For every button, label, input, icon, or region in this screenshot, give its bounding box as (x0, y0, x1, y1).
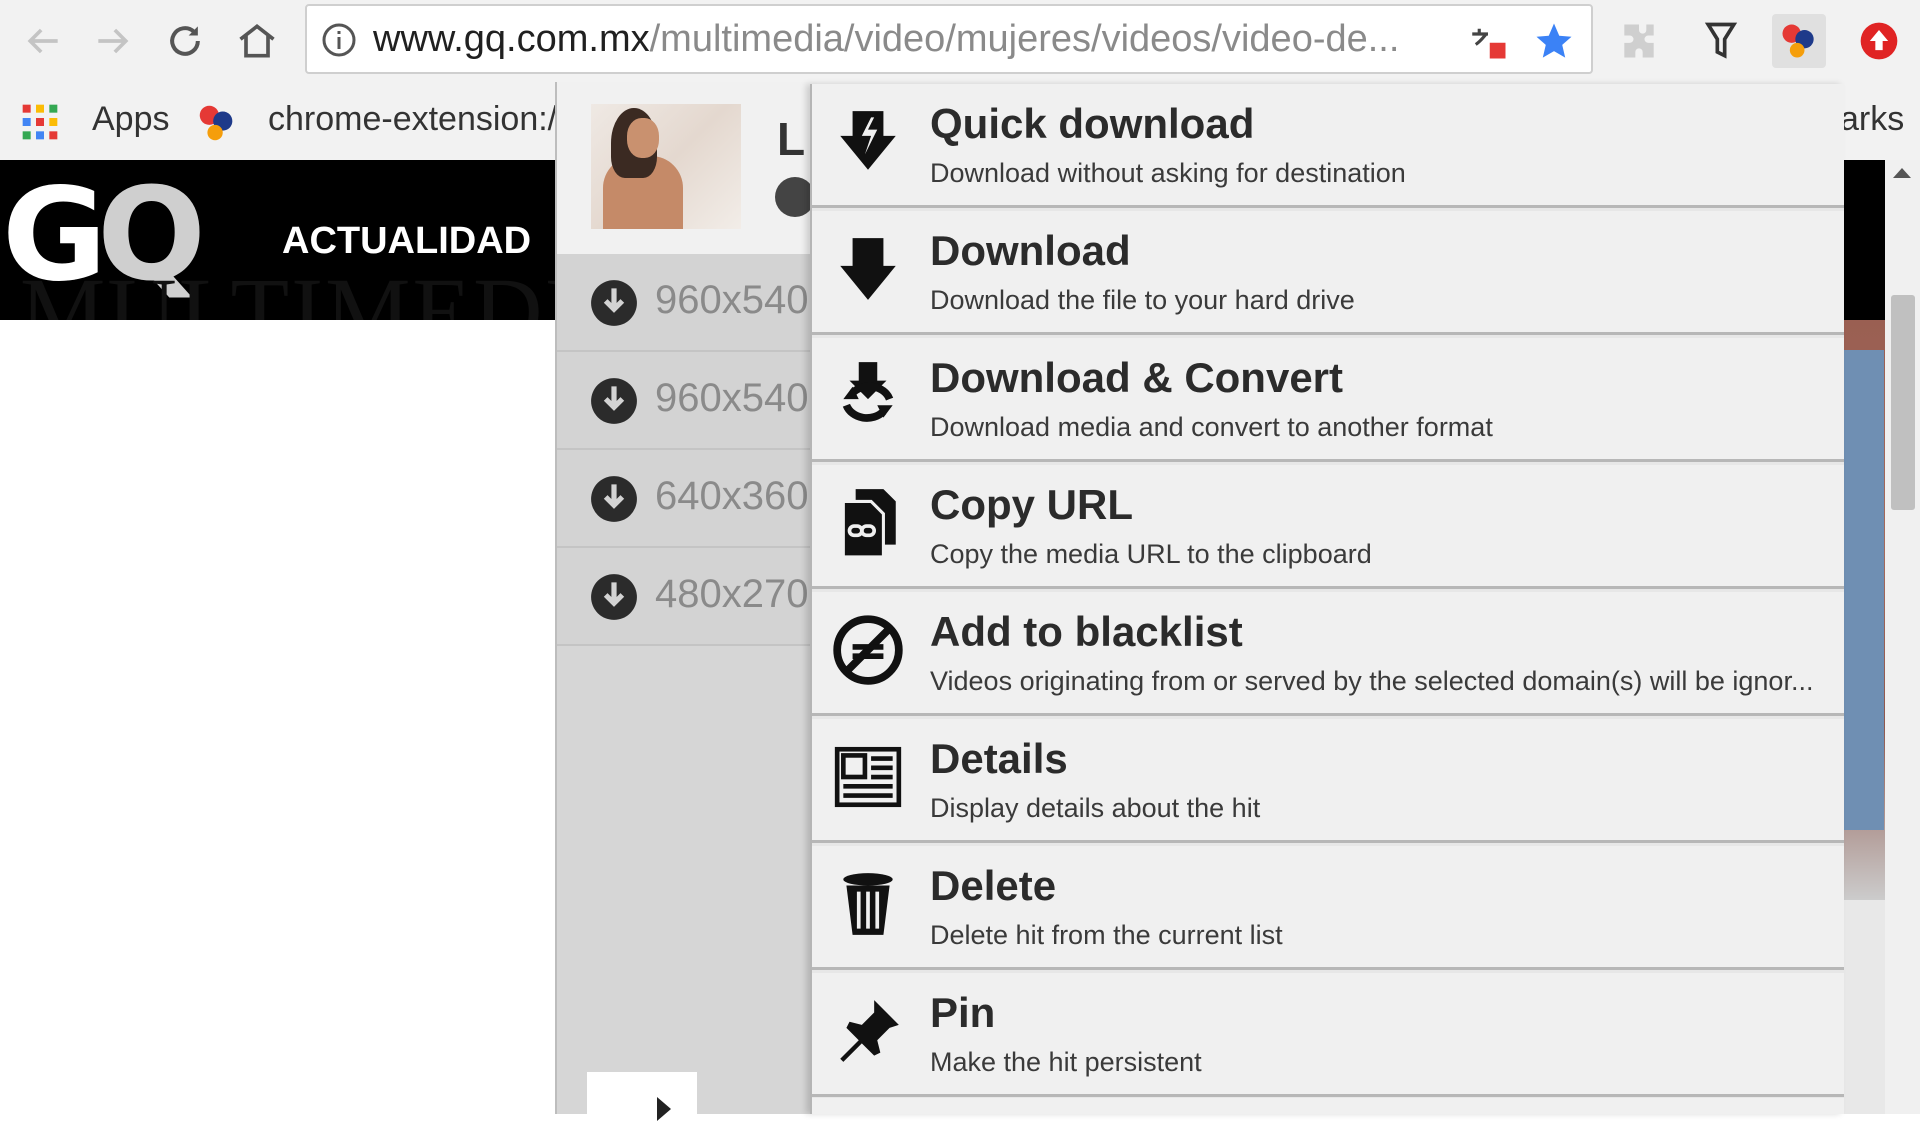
variant-row[interactable]: 480x270 (557, 548, 817, 646)
variant-resolution: 960x540 (655, 278, 809, 322)
menu-item-download[interactable]: Download Download the file to your hard … (812, 211, 1844, 335)
extension-popup: L 960x540 960x540 640x360 480x270 (555, 82, 817, 1121)
menu-item-partial[interactable] (812, 1098, 1844, 1114)
puzzle-icon (1624, 24, 1654, 58)
forward-button[interactable] (86, 14, 140, 68)
variant-row[interactable]: 960x540 (557, 254, 817, 352)
download-icon (828, 229, 908, 309)
menu-item-description: Videos originating from or served by the… (930, 666, 1814, 696)
menu-item-copy-url[interactable]: Copy URL Copy the media URL to the clipb… (812, 465, 1844, 589)
details-icon (828, 737, 908, 817)
back-arrow-icon (27, 28, 58, 54)
menu-item-title: Pin (930, 989, 996, 1036)
scroll-up-arrow-icon[interactable] (1893, 168, 1911, 178)
balls-logo-icon (1782, 24, 1814, 58)
extension-bookmark-icon (199, 105, 233, 141)
menu-item-quick-download[interactable]: Quick download Download without asking f… (812, 84, 1844, 208)
bookmark-apps[interactable]: Apps (92, 100, 170, 139)
address-bar[interactable]: www.gq.com.mx/multimedia/video/mujeres/v… (305, 4, 1593, 74)
menu-item-description: Delete hit from the current list (930, 920, 1283, 950)
video-thumbnail (591, 104, 741, 229)
copy-url-icon (828, 483, 908, 563)
scroll-thumb[interactable] (1891, 295, 1915, 510)
menu-item-title: Quick download (930, 100, 1255, 147)
extension-funnel-button[interactable] (1694, 14, 1748, 68)
trash-icon (828, 864, 908, 944)
hit-header[interactable]: L (557, 82, 817, 254)
download-convert-icon (828, 356, 908, 436)
menu-item-title: Copy URL (930, 481, 1133, 528)
hit-action-icon[interactable] (775, 177, 815, 217)
pin-icon (828, 991, 908, 1071)
menu-item-description: Display details about the hit (930, 793, 1261, 823)
video-downloader-extension-button[interactable] (1772, 14, 1826, 68)
extension-puzzle-button[interactable] (1612, 14, 1666, 68)
menu-item-download-convert[interactable]: Download & Convert Download media and co… (812, 338, 1844, 462)
bookmarks-overflow-label[interactable]: arks (1840, 100, 1904, 139)
info-icon[interactable] (321, 22, 357, 58)
forward-arrow-icon (98, 28, 129, 54)
red-upload-icon (1860, 22, 1898, 60)
page-scrollbar[interactable] (1885, 160, 1920, 1114)
menu-item-description: Download media and convert to another fo… (930, 412, 1493, 442)
hit-actions-menu: Quick download Download without asking f… (810, 84, 1844, 1114)
variant-row[interactable]: 960x540 (557, 352, 817, 450)
translate-blocked-icon[interactable] (1467, 20, 1509, 62)
download-circle-icon (591, 574, 637, 620)
bookmark-chrome-extension[interactable]: chrome-extension:/ (268, 100, 557, 139)
download-circle-icon (591, 476, 637, 522)
download-circle-icon (591, 378, 637, 424)
menu-item-delete[interactable]: Delete Delete hit from the current list (812, 846, 1844, 970)
funnel-icon (1704, 22, 1738, 59)
menu-item-title: Delete (930, 862, 1057, 909)
menu-item-description: Copy the media URL to the clipboard (930, 539, 1372, 569)
menu-item-description: Download the file to your hard drive (930, 285, 1355, 315)
menu-item-description: Download without asking for destination (930, 158, 1406, 188)
back-button[interactable] (16, 14, 70, 68)
menu-item-title: Add to blacklist (930, 608, 1243, 655)
variant-resolution: 960x540 (655, 376, 809, 420)
menu-item-add-to-blacklist[interactable]: Add to blacklist Videos originating from… (812, 592, 1844, 716)
menu-item-title: Details (930, 735, 1068, 782)
reload-button[interactable] (158, 14, 212, 68)
browser-toolbar: www.gq.com.mx/multimedia/video/mujeres/v… (0, 0, 1920, 82)
variant-resolution: 480x270 (655, 572, 809, 616)
variant-row[interactable]: 640x360 (557, 450, 817, 548)
menu-item-title: Download & Convert (930, 354, 1344, 401)
popup-footer-button[interactable] (587, 1072, 697, 1114)
apps-grid-icon[interactable] (20, 102, 60, 142)
url-text[interactable]: www.gq.com.mx/multimedia/video/mujeres/v… (373, 18, 1433, 61)
play-arrow-icon[interactable] (657, 1097, 671, 1121)
extension-red-button[interactable] (1852, 14, 1906, 68)
home-icon (239, 24, 275, 58)
variant-resolution: 640x360 (655, 474, 809, 518)
menu-item-pin[interactable]: Pin Make the hit persistent (812, 973, 1844, 1097)
bookmark-star-icon[interactable] (1533, 20, 1575, 62)
download-circle-icon (591, 280, 637, 326)
menu-item-description: Make the hit persistent (930, 1047, 1202, 1077)
blacklist-icon (828, 610, 908, 690)
hit-title: L (777, 113, 806, 165)
menu-item-title: Download (930, 227, 1131, 274)
menu-item-details[interactable]: Details Display details about the hit (812, 719, 1844, 843)
quick-download-icon (828, 102, 908, 182)
home-button[interactable] (230, 14, 284, 68)
reload-icon (170, 26, 200, 56)
